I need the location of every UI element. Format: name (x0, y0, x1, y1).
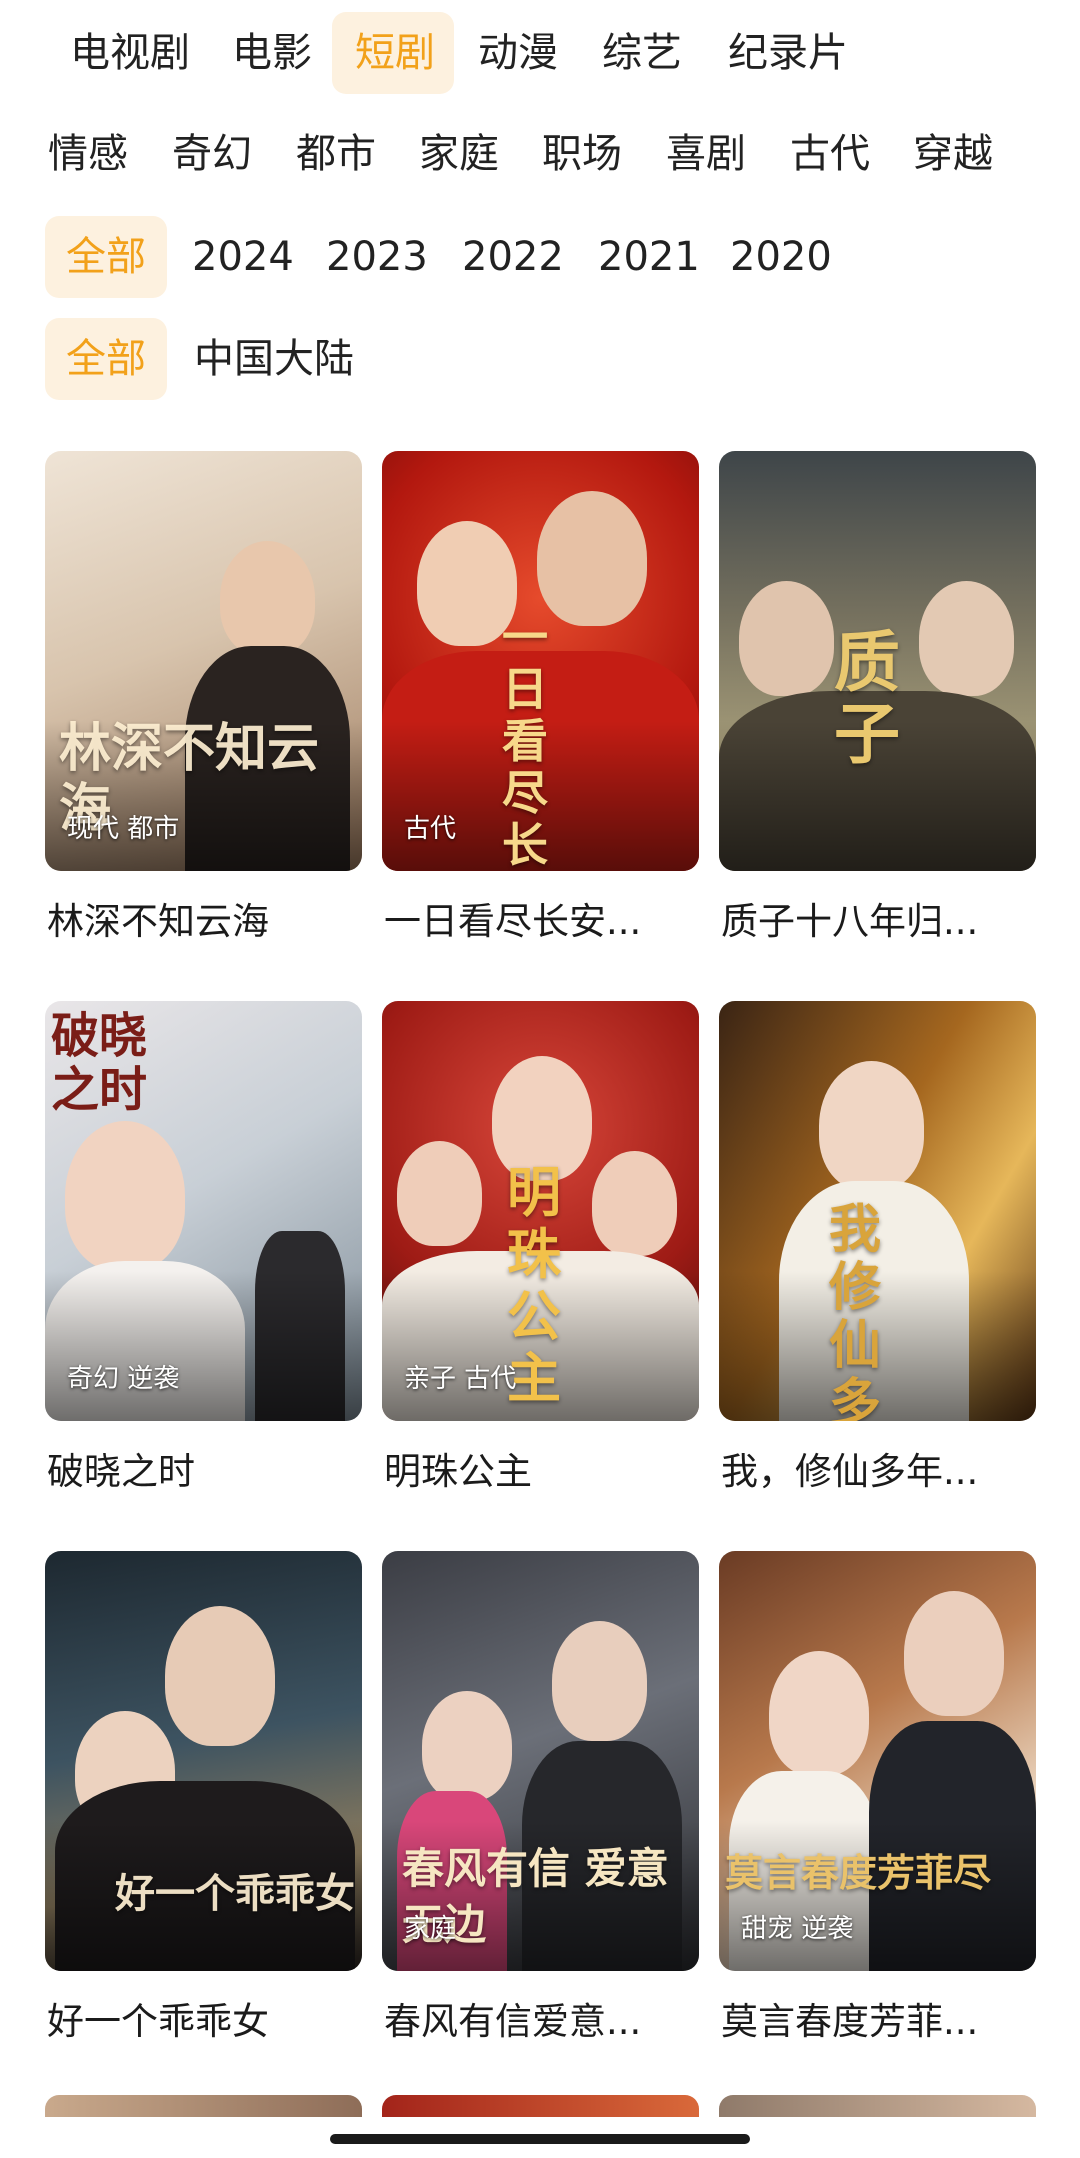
tab-variety[interactable]: 综艺 (602, 12, 682, 94)
category-tabs: 电视剧 电影 短剧 动漫 综艺 纪录片 (0, 12, 1080, 94)
genre-tags: 奇幻 逆袭 (67, 1364, 180, 1394)
genre-tags: 亲子 古代 (404, 1364, 517, 1394)
poster-calligraphy: 莫言春度芳菲尽 (725, 1850, 992, 1895)
drama-title[interactable]: 林深不知云海 (47, 891, 367, 945)
next-row-poster[interactable] (382, 2095, 699, 2117)
drama-title[interactable]: 明珠公主 (384, 1441, 704, 1495)
poster-image[interactable]: 好一个乖乖女 (45, 1551, 362, 1971)
region-filters: 全部 中国大陆 (0, 318, 1080, 400)
tab-anime[interactable]: 动漫 (478, 12, 558, 94)
drama-title[interactable]: 春风有信爱意... (384, 1991, 704, 2045)
genre-filter[interactable]: 职场 (542, 113, 622, 195)
drama-title[interactable]: 破晓之时 (47, 1441, 367, 1495)
next-row-poster[interactable] (45, 2095, 362, 2117)
year-filter[interactable]: 2020 (730, 216, 832, 298)
drama-title[interactable]: 我，修仙多年... (721, 1441, 1041, 1495)
region-filter-mainland[interactable]: 中国大陆 (194, 318, 354, 400)
genre-filter[interactable]: 家庭 (419, 113, 499, 195)
poster-image[interactable]: 莫言春度芳菲尽 甜宠 逆袭 (719, 1551, 1036, 1971)
genre-filter[interactable]: 奇幻 (172, 113, 252, 195)
genre-tags: 古代 (404, 814, 457, 844)
genre-filters: 情感 奇幻 都市 家庭 职场 喜剧 古代 穿越 (0, 113, 1080, 195)
drama-title[interactable]: 好一个乖乖女 (47, 1991, 367, 2045)
poster-calligraphy: 质子 (834, 623, 900, 773)
poster-calligraphy: 破晓之时 (51, 1008, 148, 1118)
tab-documentary[interactable]: 纪录片 (728, 12, 848, 94)
genre-filter[interactable]: 古代 (790, 113, 870, 195)
year-filters: 全部 2024 2023 2022 2021 2020 (0, 216, 1080, 298)
genre-tags: 现代 都市 (67, 814, 180, 844)
tab-tv-series[interactable]: 电视剧 (70, 12, 190, 94)
year-filter[interactable]: 2024 (192, 216, 294, 298)
poster-calligraphy: 一日看尽长安花 (502, 610, 548, 871)
year-filter-all[interactable]: 全部 (66, 216, 146, 298)
poster-image[interactable]: 春风有信 爱意无边 家庭 (382, 1551, 699, 1971)
tab-short-drama[interactable]: 短剧 (355, 12, 435, 94)
genre-filter[interactable]: 穿越 (913, 113, 993, 195)
region-filter-all[interactable]: 全部 (66, 318, 146, 400)
next-row-poster[interactable] (719, 2095, 1036, 2117)
drama-title[interactable]: 质子十八年归... (721, 891, 1041, 945)
tab-movie[interactable]: 电影 (232, 12, 312, 94)
genre-tags: 甜宠 逆袭 (741, 1914, 854, 1944)
poster-image[interactable]: 明珠公主 亲子 古代 (382, 1001, 699, 1421)
poster-calligraphy: 我修仙多年 (829, 1199, 882, 1422)
genre-filter[interactable]: 情感 (48, 113, 128, 195)
drama-title[interactable]: 莫言春度芳菲... (721, 1991, 1041, 2045)
poster-image[interactable]: 林深不知云海 现代 都市 (45, 451, 362, 871)
poster-image[interactable]: 破晓之时 奇幻 逆袭 (45, 1001, 362, 1421)
year-filter[interactable]: 2021 (598, 216, 700, 298)
poster-image[interactable]: 一日看尽长安花 古代 (382, 451, 699, 871)
poster-image[interactable]: 我修仙多年 (719, 1001, 1036, 1421)
year-filter[interactable]: 2023 (326, 216, 428, 298)
genre-filter[interactable]: 喜剧 (666, 113, 746, 195)
genre-filter[interactable]: 都市 (296, 113, 376, 195)
genre-tags: 家庭 (404, 1914, 457, 1944)
drama-title[interactable]: 一日看尽长安... (384, 891, 704, 945)
home-indicator[interactable] (330, 2134, 750, 2144)
poster-calligraphy: 好一个乖乖女 (115, 1870, 355, 1917)
year-filter[interactable]: 2022 (462, 216, 564, 298)
poster-image[interactable]: 质子 (719, 451, 1036, 871)
